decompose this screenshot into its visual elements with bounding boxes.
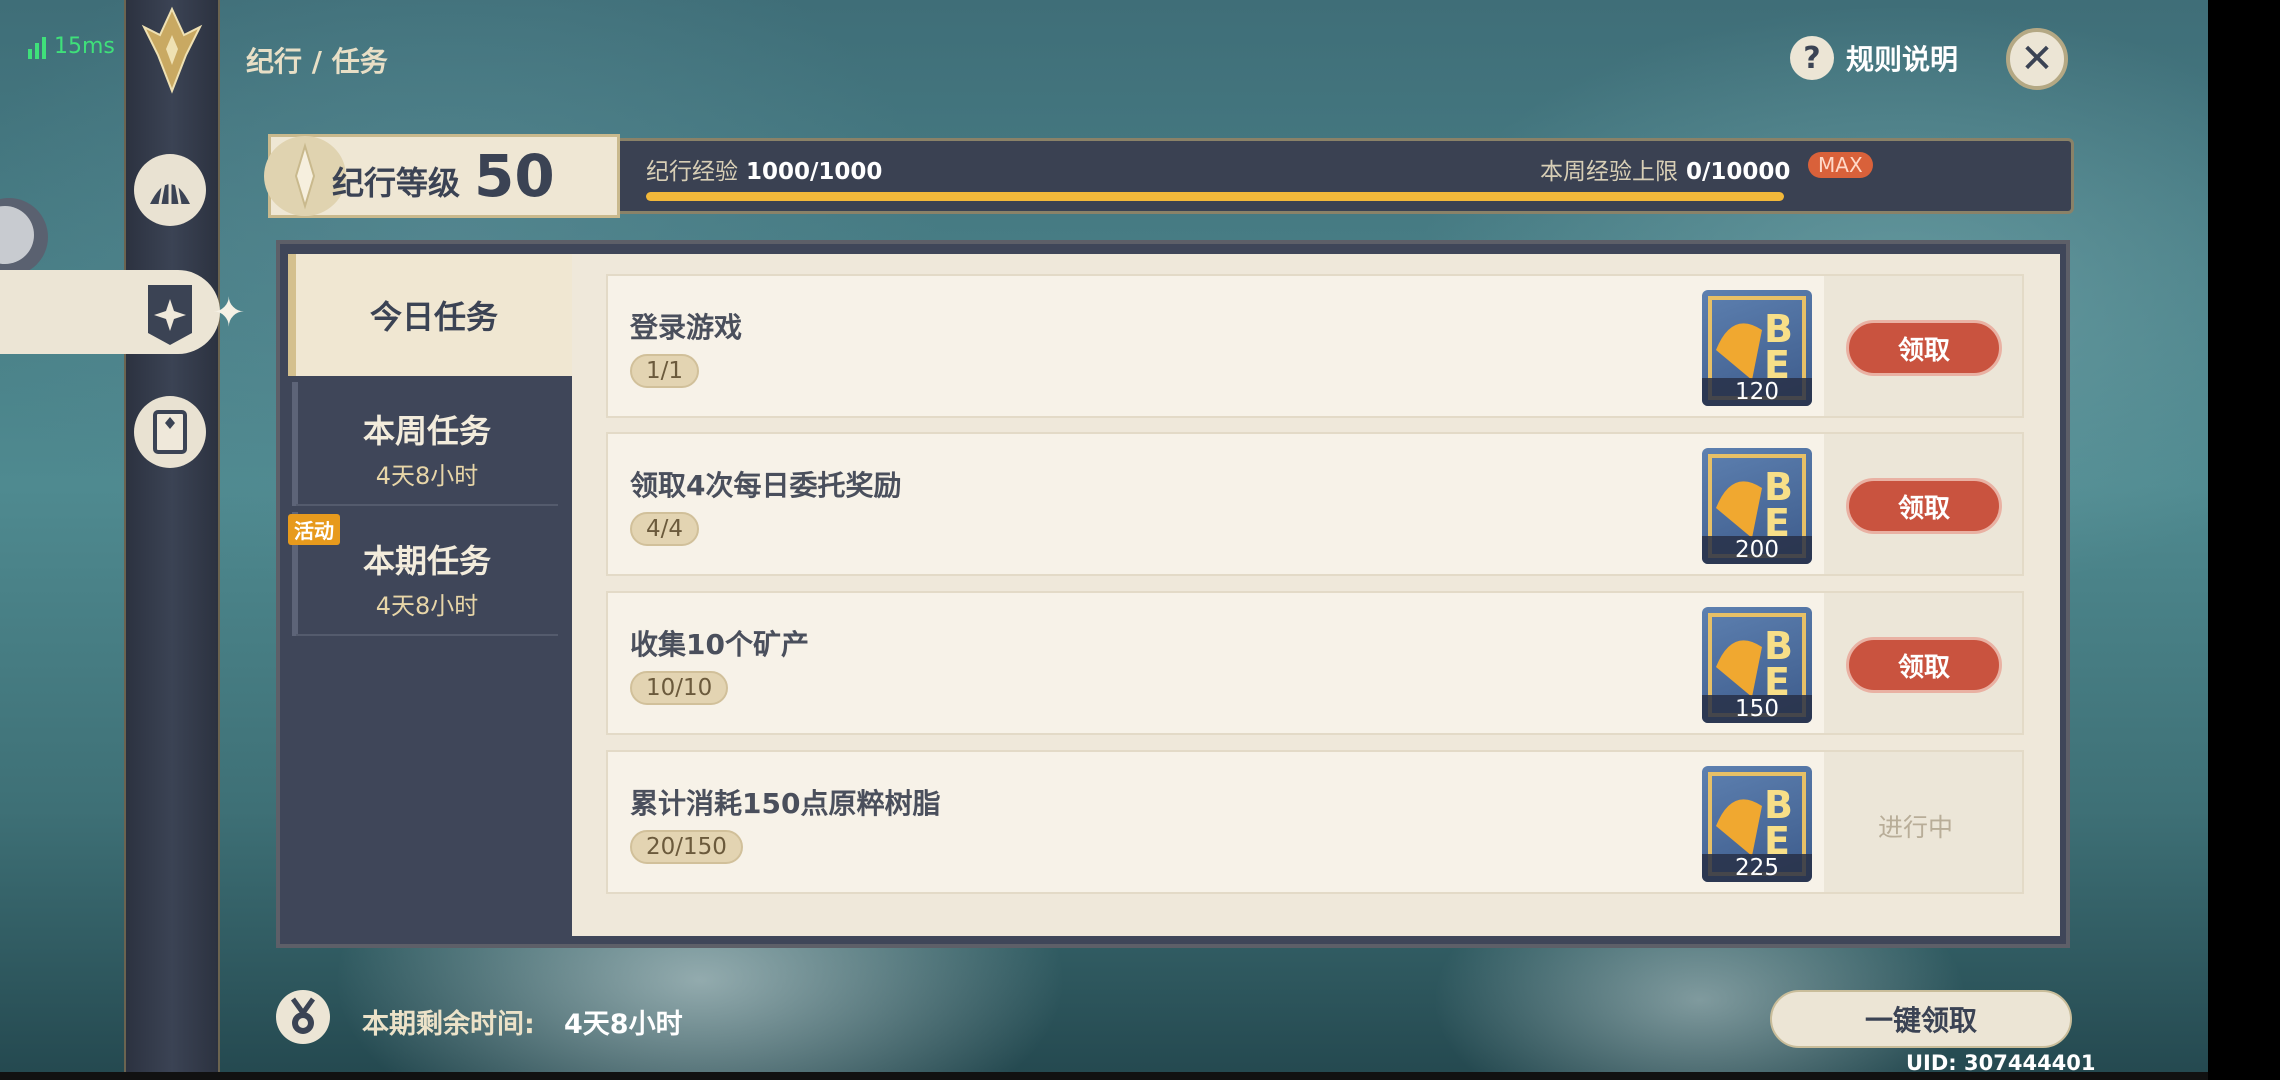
task-progress: 10/10 bbox=[630, 671, 729, 705]
exp-progress-fill bbox=[646, 192, 1784, 201]
task-row: 登录游戏 1/1 B E 120 领取 bbox=[606, 274, 2024, 418]
task-name: 累计消耗150点原粹树脂 bbox=[630, 787, 941, 820]
medal-icon bbox=[276, 990, 330, 1044]
help-icon: ? bbox=[1790, 36, 1834, 80]
reward-amount: 200 bbox=[1702, 536, 1812, 564]
remaining-time-value: 4天8小时 bbox=[564, 1009, 683, 1040]
claim-button[interactable]: 领取 bbox=[1846, 637, 2002, 693]
weekly-exp-label-text: 本周经验上限 bbox=[1540, 159, 1678, 185]
tab-weekly-time: 4天8小时 bbox=[375, 462, 479, 490]
nav-shop-tab[interactable] bbox=[134, 396, 206, 468]
reward-exp-item[interactable]: B E 120 bbox=[1702, 290, 1812, 406]
banner-icon bbox=[140, 280, 200, 348]
claim-button[interactable]: 领取 bbox=[1846, 478, 2002, 534]
claim-button[interactable]: 领取 bbox=[1846, 320, 2002, 376]
level-value: 50 bbox=[474, 142, 555, 210]
signal-icon bbox=[28, 37, 46, 59]
task-name: 登录游戏 bbox=[630, 311, 743, 344]
in-progress-status: 进行中 bbox=[1878, 813, 1954, 842]
reward-exp-item[interactable]: B E 225 bbox=[1702, 766, 1812, 882]
nav-rewards-tab[interactable] bbox=[134, 154, 206, 226]
weekly-exp-value: 0/10000 bbox=[1686, 159, 1791, 185]
breadcrumb: 纪行 / 任务 bbox=[246, 45, 388, 78]
task-row: 收集10个矿产 10/10 B E 150 领取 bbox=[606, 591, 2024, 735]
task-progress: 1/1 bbox=[630, 354, 700, 388]
exp-value: 1000/1000 bbox=[746, 159, 883, 185]
tab-daily-tasks[interactable]: 今日任务 bbox=[288, 254, 572, 376]
exp-label-text: 纪行经验 bbox=[646, 159, 738, 185]
max-badge: MAX bbox=[1808, 152, 1873, 178]
tab-period-time: 4天8小时 bbox=[375, 592, 479, 620]
task-row: 领取4次每日委托奖励 4/4 B E 200 领取 bbox=[606, 432, 2024, 576]
weekly-exp-label: 本周经验上限 0/10000 bbox=[1540, 152, 1790, 186]
tab-weekly-label: 本周任务 bbox=[362, 412, 491, 450]
reward-amount: 225 bbox=[1702, 854, 1812, 882]
screen-edge-bottom bbox=[0, 1072, 2208, 1080]
claim-all-button[interactable]: 一键领取 bbox=[1770, 990, 2072, 1048]
task-row: 累计消耗150点原粹树脂 20/150 B E 225 进行中 bbox=[606, 750, 2024, 894]
tab-weekly-tasks[interactable]: 本周任务 4天8小时 bbox=[296, 376, 558, 506]
rules-label: 规则说明 bbox=[1846, 43, 1959, 76]
task-name: 收集10个矿产 bbox=[630, 628, 809, 661]
reward-amount: 120 bbox=[1702, 378, 1812, 406]
ping-value: 15ms bbox=[54, 34, 115, 59]
close-icon: ✕ bbox=[2020, 36, 2054, 82]
battle-pass-emblem-icon bbox=[126, 0, 218, 100]
close-button[interactable]: ✕ bbox=[2006, 28, 2068, 90]
screen-edge bbox=[2208, 0, 2280, 1080]
tab-daily-label: 今日任务 bbox=[369, 298, 498, 336]
exp-label: 纪行经验 1000/1000 bbox=[646, 152, 882, 186]
task-name: 领取4次每日委托奖励 bbox=[630, 469, 902, 502]
task-progress: 4/4 bbox=[630, 512, 700, 546]
reward-exp-item[interactable]: B E 150 bbox=[1702, 607, 1812, 723]
ping-indicator: 15ms bbox=[28, 34, 115, 59]
reward-amount: 150 bbox=[1702, 695, 1812, 723]
uid-label: UID: 307444401 bbox=[1906, 1051, 2096, 1075]
rules-button[interactable]: ? 规则说明 bbox=[1790, 36, 1958, 80]
remaining-time-label: 本期剩余时间: bbox=[362, 1009, 535, 1040]
event-badge: 活动 bbox=[288, 514, 340, 545]
task-progress: 20/150 bbox=[630, 830, 743, 864]
sparkle-icon: ✦ bbox=[212, 290, 246, 336]
reward-exp-item[interactable]: B E 200 bbox=[1702, 448, 1812, 564]
card-icon bbox=[153, 410, 187, 454]
shell-icon bbox=[150, 178, 190, 205]
level-label: 纪行等级 bbox=[332, 164, 461, 202]
